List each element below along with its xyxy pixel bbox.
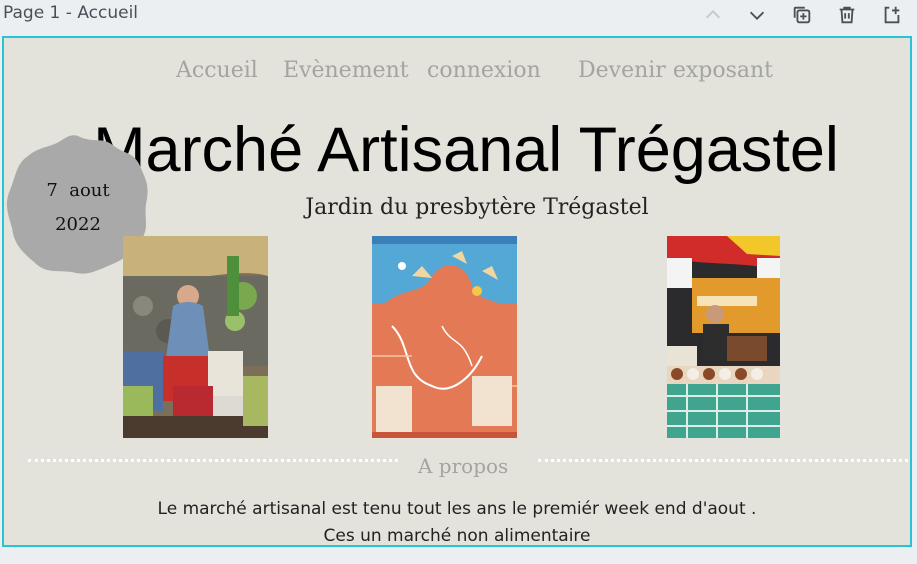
photo-market-stall[interactable]: [667, 236, 780, 438]
site-nav: Accueil Evènement connexion Devenir expo…: [4, 58, 910, 88]
chevron-down-icon[interactable]: [744, 2, 770, 28]
nav-item-evenement[interactable]: Evènement: [283, 58, 409, 83]
editor-toolbar: Page 1 - Accueil: [0, 0, 917, 32]
nav-item-devenir-exposant[interactable]: Devenir exposant: [578, 58, 773, 83]
duplicate-icon[interactable]: [789, 2, 815, 28]
photo-town-map[interactable]: [372, 236, 517, 438]
nav-item-connexion[interactable]: connexion: [427, 58, 541, 83]
nav-item-accueil[interactable]: Accueil: [176, 58, 258, 83]
about-text-line2[interactable]: Ces un marché non alimentaire: [4, 523, 910, 545]
about-text-line1[interactable]: Le marché artisanal est tenu tout les an…: [4, 496, 910, 522]
add-page-icon[interactable]: [879, 2, 905, 28]
about-heading[interactable]: A propos: [418, 454, 508, 478]
trash-icon[interactable]: [834, 2, 860, 28]
page-subtitle[interactable]: Jardin du presbytère Trégastel: [4, 195, 910, 220]
design-page[interactable]: Accueil Evènement connexion Devenir expo…: [2, 36, 912, 547]
photo-artisan-stall[interactable]: [123, 236, 268, 438]
divider-left: [28, 459, 398, 462]
chevron-up-icon[interactable]: [700, 2, 726, 28]
divider-right: [538, 459, 908, 462]
page-label[interactable]: Page 1 - Accueil: [3, 3, 138, 23]
